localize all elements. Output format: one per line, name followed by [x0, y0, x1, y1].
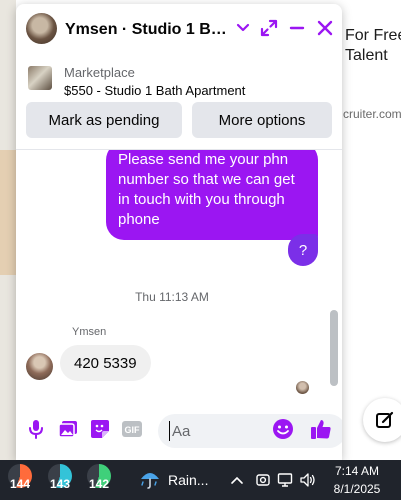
chat-title[interactable]: Ymsen · Studio 1 Bath Apartment — [65, 21, 235, 39]
message-timestamp: Thu 11:13 AM — [135, 290, 209, 304]
expand-icon[interactable] — [258, 17, 280, 39]
volume-icon[interactable] — [299, 471, 317, 489]
clock-date[interactable]: 8/1/2025 — [327, 482, 387, 496]
more-options-button[interactable]: More options — [192, 102, 332, 138]
aqi-widget-2[interactable]: 143 — [45, 464, 75, 496]
microphone-icon[interactable] — [25, 418, 47, 440]
svg-text:GIF: GIF — [125, 425, 141, 435]
aqi-value: 143 — [49, 477, 71, 491]
like-icon[interactable] — [310, 418, 332, 440]
background-left-strip — [0, 0, 16, 460]
avatar[interactable] — [26, 13, 57, 44]
composer: GIF — [16, 404, 342, 460]
marketplace-bar: Marketplace $550 - Studio 1 Bath Apartme… — [16, 55, 342, 150]
close-icon[interactable] — [314, 17, 336, 39]
sticker-icon[interactable] — [89, 418, 111, 440]
compose-icon — [376, 411, 394, 428]
sender-name: Ymsen — [72, 326, 107, 338]
listing-thumbnail[interactable] — [28, 66, 52, 90]
minimize-icon[interactable] — [286, 17, 308, 39]
message-scrollbar[interactable] — [330, 310, 338, 386]
camera-icon[interactable] — [254, 471, 272, 489]
outgoing-message[interactable]: Please send me your phn number so that w… — [106, 150, 318, 240]
clock-time[interactable]: 7:14 AM — [327, 464, 387, 478]
background-url: cruiter.com — [343, 107, 401, 121]
umbrella-rain-icon[interactable] — [138, 468, 162, 492]
chat-header[interactable]: Ymsen · Studio 1 Bath Apartment — [16, 4, 342, 54]
aqi-value: 142 — [88, 477, 110, 491]
listing-title[interactable]: $550 - Studio 1 Bath Apartment — [64, 83, 245, 98]
new-message-button[interactable] — [363, 398, 401, 442]
chevron-up-icon[interactable] — [228, 471, 246, 489]
chat-window: Ymsen · Studio 1 Bath Apartment Marketpl… — [16, 4, 342, 460]
sender-avatar[interactable] — [26, 353, 53, 380]
aqi-widget-3[interactable]: 142 — [84, 464, 114, 496]
mark-as-pending-button[interactable]: Mark as pending — [26, 102, 182, 138]
weather-label[interactable]: Rain... — [168, 472, 208, 488]
background-heading-line1: For Free — [345, 27, 401, 44]
gif-icon[interactable]: GIF — [121, 418, 143, 440]
text-cursor — [169, 421, 170, 441]
photo-icon[interactable] — [57, 418, 79, 440]
aqi-value: 144 — [9, 477, 31, 491]
chevron-down-icon[interactable] — [232, 17, 254, 39]
marketplace-label: Marketplace — [64, 65, 135, 80]
outgoing-message-short[interactable]: ? — [288, 234, 318, 266]
network-icon[interactable] — [276, 471, 294, 489]
seen-indicator-avatar — [296, 381, 309, 394]
taskbar: 144 143 142 Rain... 7:14 AM 8/1/2025 — [0, 460, 401, 500]
aqi-widget-1[interactable]: 144 — [5, 464, 35, 496]
background-heading-line2: Talent — [345, 47, 388, 64]
message-list[interactable]: Please send me your phn number so that w… — [16, 150, 342, 402]
incoming-message[interactable]: 420 5339 — [60, 345, 151, 381]
emoji-icon[interactable] — [272, 418, 294, 440]
